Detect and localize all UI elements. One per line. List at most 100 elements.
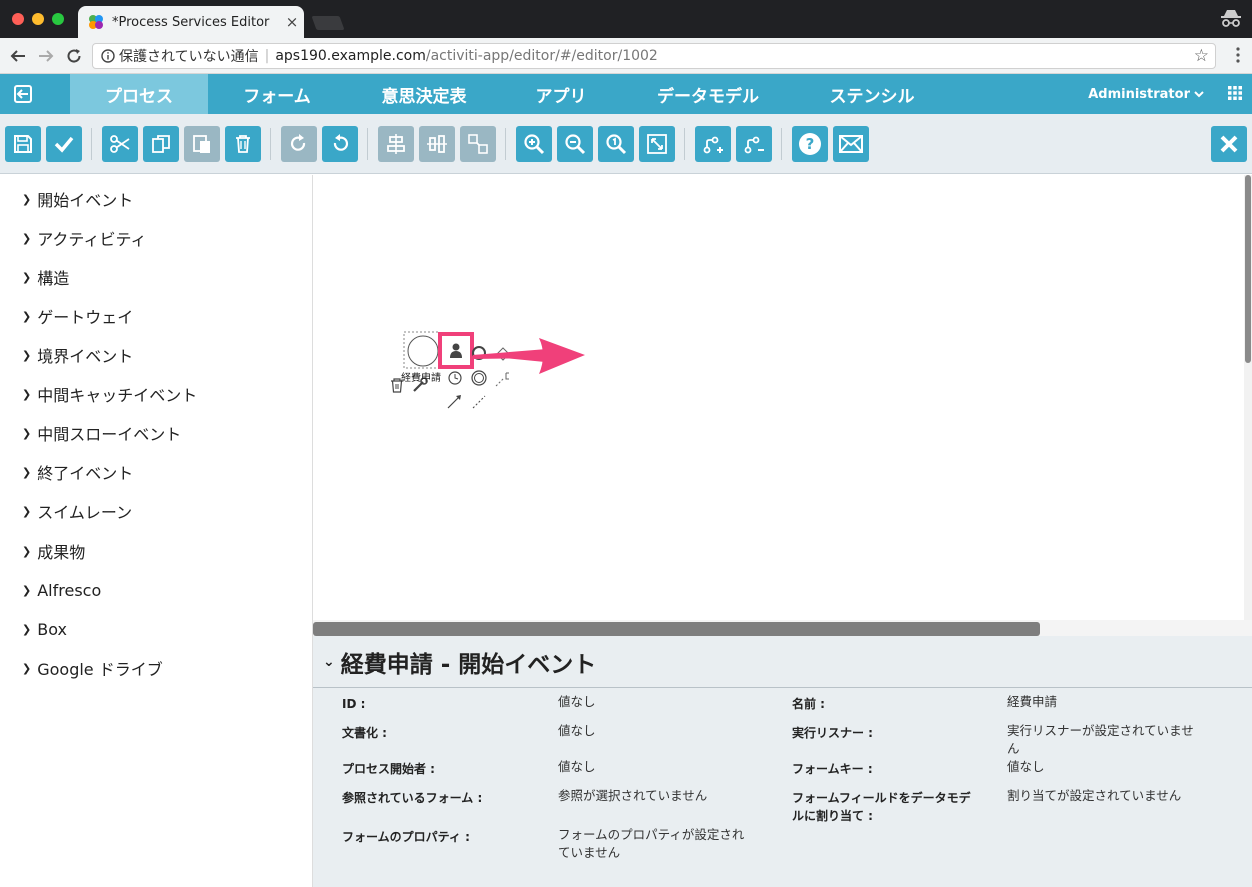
close-icon (1220, 135, 1238, 153)
palette-item-alfresco[interactable]: ❯ Alfresco (22, 578, 101, 602)
undo-button[interactable] (322, 126, 358, 162)
property-value-form-properties[interactable]: フォームのプロパティが設定され ていません (558, 826, 744, 862)
properties-title: 経費申請 - 開始イベント (340, 651, 597, 678)
zoom-fit-button[interactable] (639, 126, 675, 162)
redo-icon (290, 134, 306, 151)
reload-button[interactable] (62, 44, 86, 68)
minimize-window-icon[interactable] (32, 13, 44, 25)
browser-tab[interactable]: *Process Services Editor × (78, 6, 304, 38)
association-quick-icon[interactable] (495, 377, 505, 387)
property-value-form-key[interactable]: 値なし (1007, 758, 1045, 776)
back-button[interactable] (6, 44, 30, 68)
apps-grid-icon[interactable] (1228, 86, 1242, 100)
start-event-shape[interactable] (407, 335, 439, 367)
property-value-name[interactable]: 経費申請 (1007, 693, 1057, 711)
palette-item-swimlane[interactable]: ❯ スイムレーン (22, 499, 132, 523)
help-button[interactable]: ? (792, 126, 828, 162)
palette-item-artifact[interactable]: ❯ 成果物 (22, 539, 85, 563)
zoom-in-button[interactable] (516, 126, 552, 162)
validate-button[interactable] (46, 126, 82, 162)
tab-app[interactable]: アプリ (502, 74, 620, 114)
align-horizontal-button[interactable] (419, 126, 455, 162)
label-line: ルに割り当て : (792, 809, 873, 823)
arrow-left-icon (10, 50, 25, 62)
palette-item-label: 構造 (37, 269, 70, 288)
property-value-field-mapping[interactable]: 割り当てが設定されていません (1007, 787, 1181, 805)
message-flow-quick-icon[interactable] (472, 395, 486, 409)
tab-close-icon[interactable]: × (280, 13, 304, 31)
palette-item-google-drive[interactable]: ❯ Google ドライブ (22, 656, 163, 680)
delete-button[interactable] (225, 126, 261, 162)
forward-button[interactable] (34, 44, 58, 68)
sequence-flow-quick-icon[interactable] (447, 395, 461, 409)
tab-stencil[interactable]: ステンシル (796, 74, 948, 114)
add-bendpoint-button[interactable] (695, 126, 731, 162)
palette-item-end-event[interactable]: ❯ 終了イベント (22, 460, 133, 484)
paste-button[interactable] (184, 126, 220, 162)
tab-data-model[interactable]: データモデル (620, 74, 796, 114)
close-editor-button[interactable] (1211, 126, 1247, 162)
zoom-actual-button[interactable] (598, 126, 634, 162)
property-value-id[interactable]: 値なし (558, 693, 596, 711)
property-value-referenced-form[interactable]: 参照が選択されていません (558, 787, 707, 805)
tab-process[interactable]: プロセス (70, 74, 208, 120)
vertical-scrollbar[interactable] (1244, 175, 1252, 636)
save-button[interactable] (5, 126, 41, 162)
same-size-button[interactable] (460, 126, 496, 162)
mail-icon (839, 135, 863, 153)
palette-item-gateway[interactable]: ❯ ゲートウェイ (22, 304, 133, 328)
paste-icon (193, 135, 210, 153)
bookmark-star-icon[interactable]: ☆ (1194, 46, 1209, 66)
palette-item-label: 終了イベント (37, 464, 134, 483)
text-annotation-quick-icon[interactable] (505, 372, 509, 380)
toolbar-separator (684, 128, 685, 160)
new-tab-button[interactable] (311, 16, 345, 30)
horizontal-scrollbar[interactable] (313, 620, 1252, 636)
property-label-id: ID : (342, 697, 366, 711)
property-value-documentation[interactable]: 値なし (558, 722, 596, 740)
value-line: 実行リスナーが設定されていませ (1007, 723, 1194, 738)
chevron-right-icon: ❯ (22, 661, 32, 675)
user-menu[interactable]: Administrator (1088, 74, 1204, 114)
horizontal-scroll-thumb[interactable] (313, 622, 1040, 636)
toolbar-separator (781, 128, 782, 160)
palette-item-intermediate-catch-event[interactable]: ❯ 中間キャッチイベント (22, 382, 197, 406)
vertical-scroll-thumb[interactable] (1245, 175, 1251, 363)
toolbar-separator (270, 128, 271, 160)
shape-palette: ❯ 開始イベント ❯ アクティビティ ❯ 構造 ❯ ゲートウェイ ❯ 境界イベント ❯ 中間… (0, 175, 313, 887)
zoom-out-button[interactable] (557, 126, 593, 162)
copy-button[interactable] (143, 126, 179, 162)
properties-header[interactable]: ⌄ 経費申請 - 開始イベント (313, 636, 1252, 688)
palette-item-label: 境界イベント (37, 347, 134, 366)
address-bar-row: 保護されていない通信 | aps190.example.com /activit… (0, 38, 1252, 74)
start-event-label: 経費申請 (401, 371, 441, 384)
remove-bendpoint-button[interactable] (736, 126, 772, 162)
palette-item-structure[interactable]: ❯ 構造 (22, 265, 69, 289)
align-vertical-icon (387, 134, 405, 154)
tab-decision-table[interactable]: 意思決定表 (346, 74, 502, 114)
browser-menu-icon[interactable] (1236, 47, 1240, 63)
close-window-icon[interactable] (12, 13, 24, 25)
align-vertical-button[interactable] (378, 126, 414, 162)
back-to-app-button[interactable] (0, 74, 46, 114)
diagram-canvas[interactable]: 経費申請 (313, 175, 1252, 636)
property-value-initiator[interactable]: 値なし (558, 758, 596, 776)
chevron-down-icon: ⌄ (323, 653, 335, 670)
maximize-window-icon[interactable] (52, 13, 64, 25)
toolbar-separator (505, 128, 506, 160)
tab-form[interactable]: フォーム (208, 74, 346, 114)
palette-item-activity[interactable]: ❯ アクティビティ (22, 226, 147, 250)
url-input[interactable]: 保護されていない通信 | aps190.example.com /activit… (92, 43, 1216, 69)
cut-button[interactable] (102, 126, 138, 162)
palette-item-label: Google ドライブ (37, 660, 163, 679)
palette-item-start-event[interactable]: ❯ 開始イベント (22, 187, 133, 211)
property-value-execution-listeners[interactable]: 実行リスナーが設定されていませ ん (1007, 722, 1194, 758)
redo-button[interactable] (281, 126, 317, 162)
tab-title: *Process Services Editor (112, 14, 270, 30)
feedback-button[interactable] (833, 126, 869, 162)
palette-item-intermediate-throw-event[interactable]: ❯ 中間スローイベント (22, 421, 181, 445)
palette-item-box[interactable]: ❯ Box (22, 617, 67, 641)
palette-item-boundary-event[interactable]: ❯ 境界イベント (22, 343, 133, 367)
chevron-right-icon: ❯ (22, 544, 32, 558)
browser-tab-bar: *Process Services Editor × (0, 0, 1252, 38)
